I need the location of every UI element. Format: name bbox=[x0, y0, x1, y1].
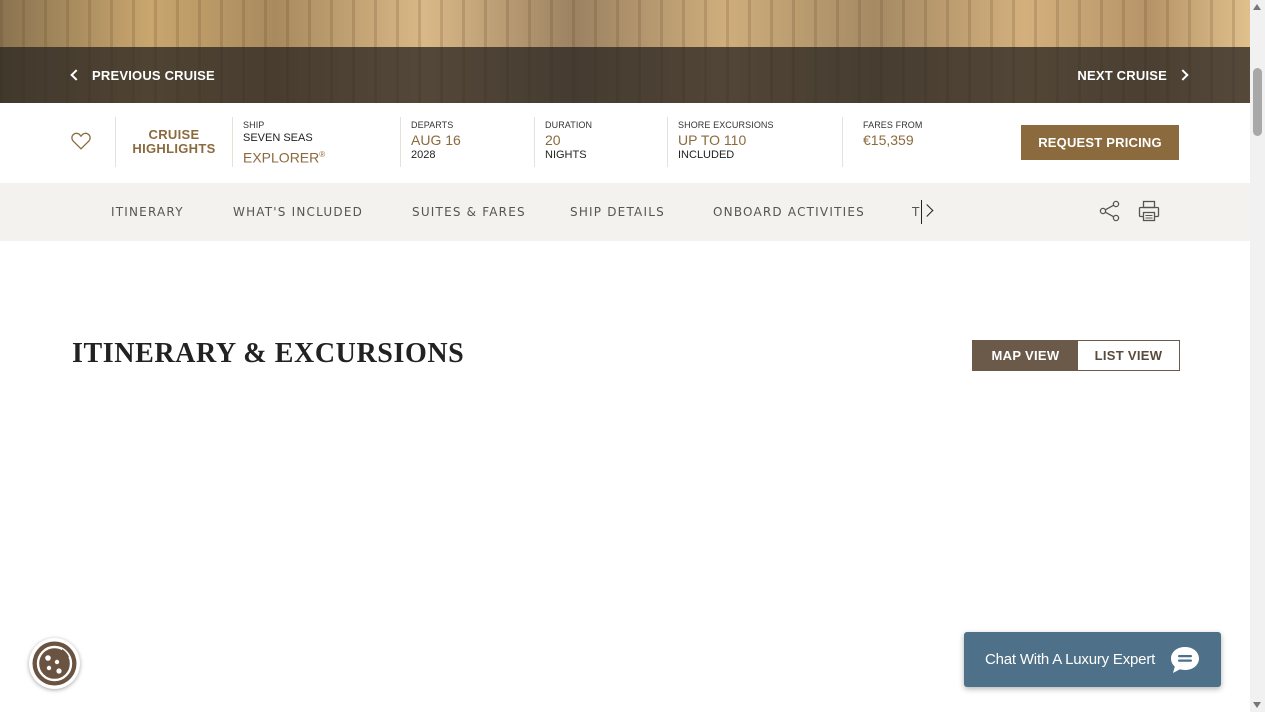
tab-itinerary[interactable]: ITINERARY bbox=[111, 205, 184, 219]
divider bbox=[842, 117, 843, 167]
cruise-highlights-line2: HIGHLIGHTS bbox=[132, 141, 216, 156]
shore-excursions-info: SHORE EXCURSIONS UP TO 110 INCLUDED bbox=[678, 120, 774, 162]
shore-excursions-sub: INCLUDED bbox=[678, 149, 735, 161]
scroll-up-arrow-icon[interactable] bbox=[1253, 4, 1261, 10]
chevron-left-icon bbox=[70, 69, 82, 81]
share-icon[interactable] bbox=[1098, 199, 1122, 223]
divider bbox=[400, 117, 401, 167]
chat-with-expert-button[interactable]: Chat With A Luxury Expert bbox=[964, 632, 1221, 687]
ship-label: SHIP bbox=[243, 120, 265, 130]
cookie-icon bbox=[32, 641, 77, 686]
duration-unit: NIGHTS bbox=[545, 149, 587, 161]
map-view-button[interactable]: MAP VIEW bbox=[973, 341, 1078, 370]
fares-info: FARES FROM €15,359 bbox=[863, 120, 923, 149]
divider bbox=[534, 117, 535, 167]
ship-name-line1: SEVEN SEAS bbox=[243, 132, 313, 144]
cookie-settings-button[interactable] bbox=[29, 638, 80, 689]
tab-whats-included[interactable]: WHAT'S INCLUDED bbox=[233, 205, 363, 219]
previous-cruise-link[interactable]: PREVIOUS CRUISE bbox=[70, 67, 215, 83]
shore-excursions-value: UP TO 110 bbox=[678, 132, 747, 148]
tab-truncated: T bbox=[912, 205, 921, 219]
divider bbox=[115, 117, 116, 167]
duration-value: 20 bbox=[545, 132, 561, 148]
request-pricing-button[interactable]: REQUEST PRICING bbox=[1021, 125, 1179, 160]
scrollbar-thumb[interactable] bbox=[1253, 68, 1262, 136]
departs-year: 2028 bbox=[411, 149, 436, 161]
shore-excursions-label: SHORE EXCURSIONS bbox=[678, 120, 774, 130]
tab-suites-fares[interactable]: SUITES & FARES bbox=[412, 205, 526, 219]
page-title: ITINERARY & EXCURSIONS bbox=[72, 338, 465, 369]
duration-info: DURATION 20 NIGHTS bbox=[545, 120, 592, 162]
registered-mark: ® bbox=[319, 150, 326, 159]
list-view-button[interactable]: LIST VIEW bbox=[1078, 341, 1179, 370]
divider bbox=[232, 117, 233, 167]
view-toggle: MAP VIEW LIST VIEW bbox=[972, 340, 1180, 371]
ship-info: SHIP SEVEN SEAS EXPLORER® bbox=[243, 120, 325, 167]
chat-label: Chat With A Luxury Expert bbox=[985, 651, 1156, 668]
scroll-down-arrow-icon[interactable] bbox=[1253, 702, 1261, 708]
cruise-highlights-link[interactable]: CRUISE HIGHLIGHTS bbox=[126, 128, 222, 156]
departs-label: DEPARTS bbox=[411, 120, 454, 130]
departs-info: DEPARTS AUG 16 2028 bbox=[411, 120, 461, 162]
fares-value: €15,359 bbox=[863, 132, 914, 148]
ship-name-text: EXPLORER bbox=[243, 149, 320, 166]
chat-bubble-icon bbox=[1171, 647, 1199, 673]
next-cruise-link[interactable]: NEXT CRUISE bbox=[1077, 67, 1189, 83]
heart-icon[interactable] bbox=[70, 130, 92, 152]
departs-value: AUG 16 bbox=[411, 132, 461, 148]
divider bbox=[667, 117, 668, 167]
page-scrollbar[interactable] bbox=[1250, 0, 1265, 712]
fares-label: FARES FROM bbox=[863, 120, 923, 130]
previous-cruise-label: PREVIOUS CRUISE bbox=[92, 67, 215, 83]
duration-label: DURATION bbox=[545, 120, 593, 130]
print-icon[interactable] bbox=[1137, 199, 1161, 223]
chevron-right-icon bbox=[1177, 69, 1189, 81]
tab-ship-details[interactable]: SHIP DETAILS bbox=[570, 205, 665, 219]
cruise-highlights-line1: CRUISE bbox=[148, 127, 200, 142]
hero-banner bbox=[0, 0, 1250, 103]
next-cruise-label: NEXT CRUISE bbox=[1077, 67, 1167, 83]
ship-name-line2: EXPLORER® bbox=[243, 146, 325, 167]
tab-onboard-activities[interactable]: ONBOARD ACTIVITIES bbox=[713, 205, 865, 219]
